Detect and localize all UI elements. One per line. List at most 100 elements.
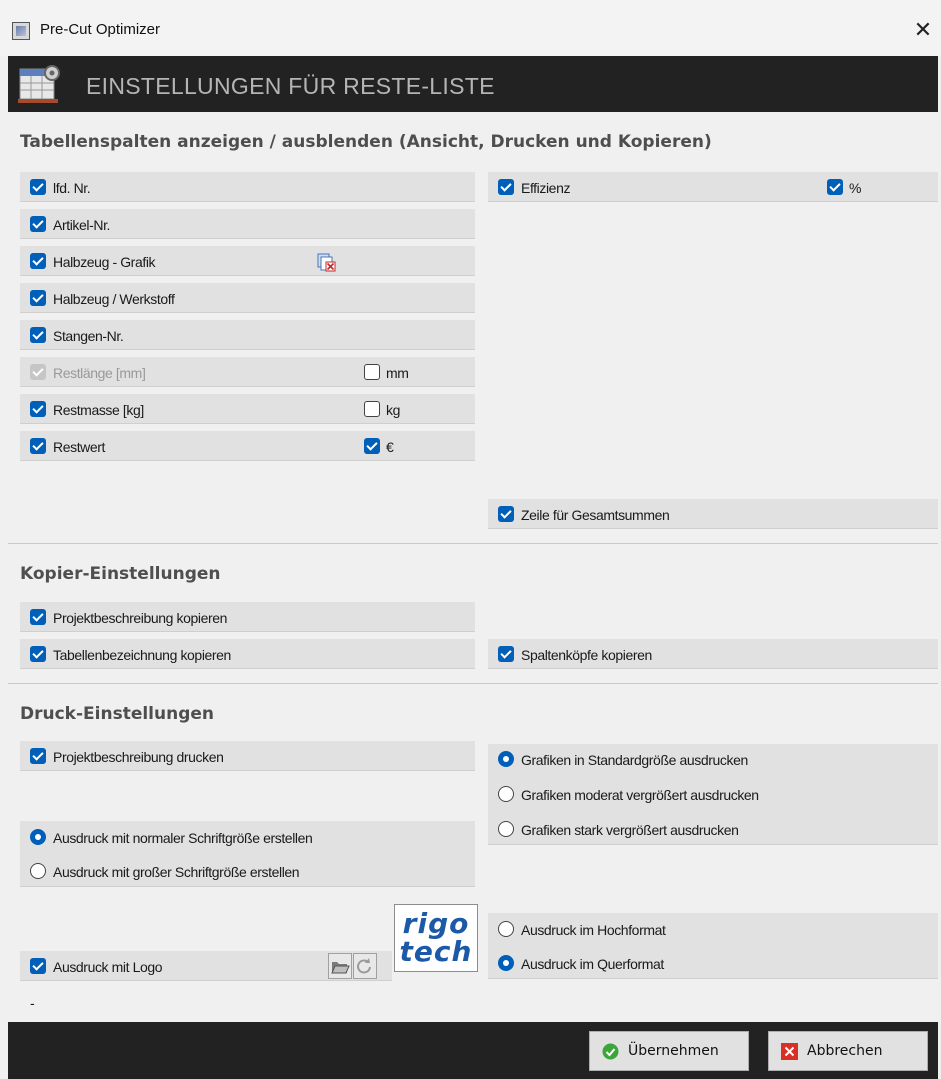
company-logo: rigo tech: [394, 904, 478, 972]
copy-table-name[interactable]: Tabellenbezeichnung kopieren: [20, 639, 475, 669]
unit-label: €: [386, 439, 394, 455]
cancel-button[interactable]: Abbrechen: [768, 1031, 928, 1071]
unit-checkbox[interactable]: [364, 401, 380, 417]
table-settings-icon: [18, 65, 60, 103]
totals-row[interactable]: Zeile für Gesamtsummen: [488, 499, 938, 529]
dialog-title: EINSTELLUNGEN FÜR RESTE-LISTE: [86, 73, 495, 99]
option-label: Ausdruck im Hochformat: [521, 922, 666, 938]
logo-text-bottom: tech: [399, 935, 473, 968]
checkbox[interactable]: [30, 958, 46, 974]
unit-checkbox[interactable]: [364, 364, 380, 380]
column-row-stangen-nr[interactable]: Stangen-Nr.: [20, 320, 475, 350]
checkbox[interactable]: [30, 748, 46, 764]
dialog-footer: Übernehmen Abbrechen: [8, 1022, 938, 1079]
unit-checkbox[interactable]: [364, 438, 380, 454]
column-row-halbzeug-grafik[interactable]: Halbzeug - Grafik: [20, 246, 475, 276]
checkbox[interactable]: [30, 253, 46, 269]
cancel-label: Abbrechen: [807, 1043, 883, 1059]
radio-button[interactable]: [30, 829, 46, 845]
column-row-restmasse[interactable]: Restmasse [kg] kg: [20, 394, 475, 424]
column-label: lfd. Nr.: [53, 180, 91, 196]
column-label: Halbzeug - Grafik: [53, 254, 156, 270]
radio-button[interactable]: [498, 821, 514, 837]
open-folder-icon[interactable]: [328, 953, 352, 979]
logo-text-top: rigo: [402, 907, 470, 940]
checkbox[interactable]: [30, 179, 46, 195]
radio-font-normal[interactable]: Ausdruck mit normaler Schriftgröße erste…: [20, 822, 475, 852]
radio-graphics-moderate[interactable]: Grafiken moderat vergrößert ausdrucken: [488, 779, 938, 809]
column-label: Halbzeug / Werkstoff: [53, 291, 175, 307]
column-label: Stangen-Nr.: [53, 328, 124, 344]
orientation-group: Ausdruck im Hochformat Ausdruck im Querf…: [488, 913, 938, 979]
checkbox[interactable]: [30, 438, 46, 454]
divider: [8, 543, 938, 544]
title-bar: Pre-Cut Optimizer ✕: [0, 0, 941, 56]
radio-button[interactable]: [30, 863, 46, 879]
checkbox[interactable]: [498, 646, 514, 662]
column-row-artikel-nr[interactable]: Artikel-Nr.: [20, 209, 475, 239]
radio-portrait[interactable]: Ausdruck im Hochformat: [488, 914, 938, 944]
reset-icon[interactable]: [353, 953, 377, 979]
option-label: Projektbeschreibung kopieren: [53, 610, 228, 626]
option-label: Tabellenbezeichnung kopieren: [53, 647, 231, 663]
print-project-description[interactable]: Projektbeschreibung drucken: [20, 741, 475, 771]
close-button[interactable]: ✕: [905, 14, 941, 48]
option-label: Ausdruck mit normaler Schriftgröße erste…: [53, 830, 313, 846]
radio-graphics-standard[interactable]: Grafiken in Standardgröße ausdrucken: [488, 744, 938, 774]
settings-content: Tabellenspalten anzeigen / ausblenden (A…: [8, 112, 938, 1022]
columns-section-title: Tabellenspalten anzeigen / ausblenden (A…: [20, 132, 712, 152]
logo-file-path: -: [30, 995, 35, 1011]
option-label: Grafiken in Standardgröße ausdrucken: [521, 752, 748, 768]
checkbox[interactable]: [30, 290, 46, 306]
apply-button[interactable]: Übernehmen: [589, 1031, 749, 1071]
checkbox[interactable]: [30, 609, 46, 625]
print-with-logo[interactable]: Ausdruck mit Logo: [20, 951, 392, 981]
column-row-restwert[interactable]: Restwert €: [20, 431, 475, 461]
column-label: Restlänge [mm]: [53, 365, 146, 381]
column-row-restlaenge: Restlänge [mm] mm: [20, 357, 475, 387]
option-label: Ausdruck mit großer Schriftgröße erstell…: [53, 864, 300, 880]
column-row-effizienz[interactable]: Effizienz %: [488, 172, 938, 202]
column-row-halbzeug-werkstoff[interactable]: Halbzeug / Werkstoff: [20, 283, 475, 313]
totals-label: Zeile für Gesamtsummen: [521, 507, 670, 523]
radio-landscape[interactable]: Ausdruck im Querformat: [488, 948, 938, 978]
radio-button[interactable]: [498, 786, 514, 802]
apply-label: Übernehmen: [628, 1043, 719, 1059]
column-label: Artikel-Nr.: [53, 217, 111, 233]
radio-button[interactable]: [498, 921, 514, 937]
radio-button[interactable]: [498, 955, 514, 971]
unit-label: %: [849, 180, 862, 196]
unit-label: kg: [386, 402, 400, 418]
checkbox[interactable]: [498, 179, 514, 195]
dialog-header: EINSTELLUNGEN FÜR RESTE-LISTE: [8, 56, 938, 112]
radio-graphics-large[interactable]: Grafiken stark vergrößert ausdrucken: [488, 814, 938, 844]
print-section-title: Druck-Einstellungen: [20, 704, 215, 724]
radio-button[interactable]: [498, 751, 514, 767]
checkbox[interactable]: [30, 401, 46, 417]
column-label: Restmasse [kg]: [53, 402, 144, 418]
divider: [8, 683, 938, 684]
checkbox[interactable]: [30, 216, 46, 232]
checkbox[interactable]: [498, 506, 514, 522]
column-label: Effizienz: [521, 180, 571, 196]
graphics-size-group: Grafiken in Standardgröße ausdrucken Gra…: [488, 744, 938, 845]
option-label: Spaltenköpfe kopieren: [521, 647, 652, 663]
column-row-lfd-nr[interactable]: lfd. Nr.: [20, 172, 475, 202]
cancel-x-icon: [781, 1043, 798, 1060]
graphic-remove-icon[interactable]: [316, 252, 336, 272]
radio-font-large[interactable]: Ausdruck mit großer Schriftgröße erstell…: [20, 856, 475, 886]
option-label: Grafiken stark vergrößert ausdrucken: [521, 822, 739, 838]
checkbox: [30, 364, 46, 380]
checkbox[interactable]: [30, 327, 46, 343]
column-label: Restwert: [53, 439, 106, 455]
unit-checkbox[interactable]: [827, 179, 843, 195]
copy-column-heads[interactable]: Spaltenköpfe kopieren: [488, 639, 938, 669]
option-label: Ausdruck im Querformat: [521, 956, 664, 972]
option-label: Ausdruck mit Logo: [53, 959, 163, 975]
window-title: Pre-Cut Optimizer: [40, 21, 161, 38]
app-icon: [12, 22, 30, 40]
checkbox[interactable]: [30, 646, 46, 662]
option-label: Grafiken moderat vergrößert ausdrucken: [521, 787, 759, 803]
copy-project-description[interactable]: Projektbeschreibung kopieren: [20, 602, 475, 632]
option-label: Projektbeschreibung drucken: [53, 749, 224, 765]
